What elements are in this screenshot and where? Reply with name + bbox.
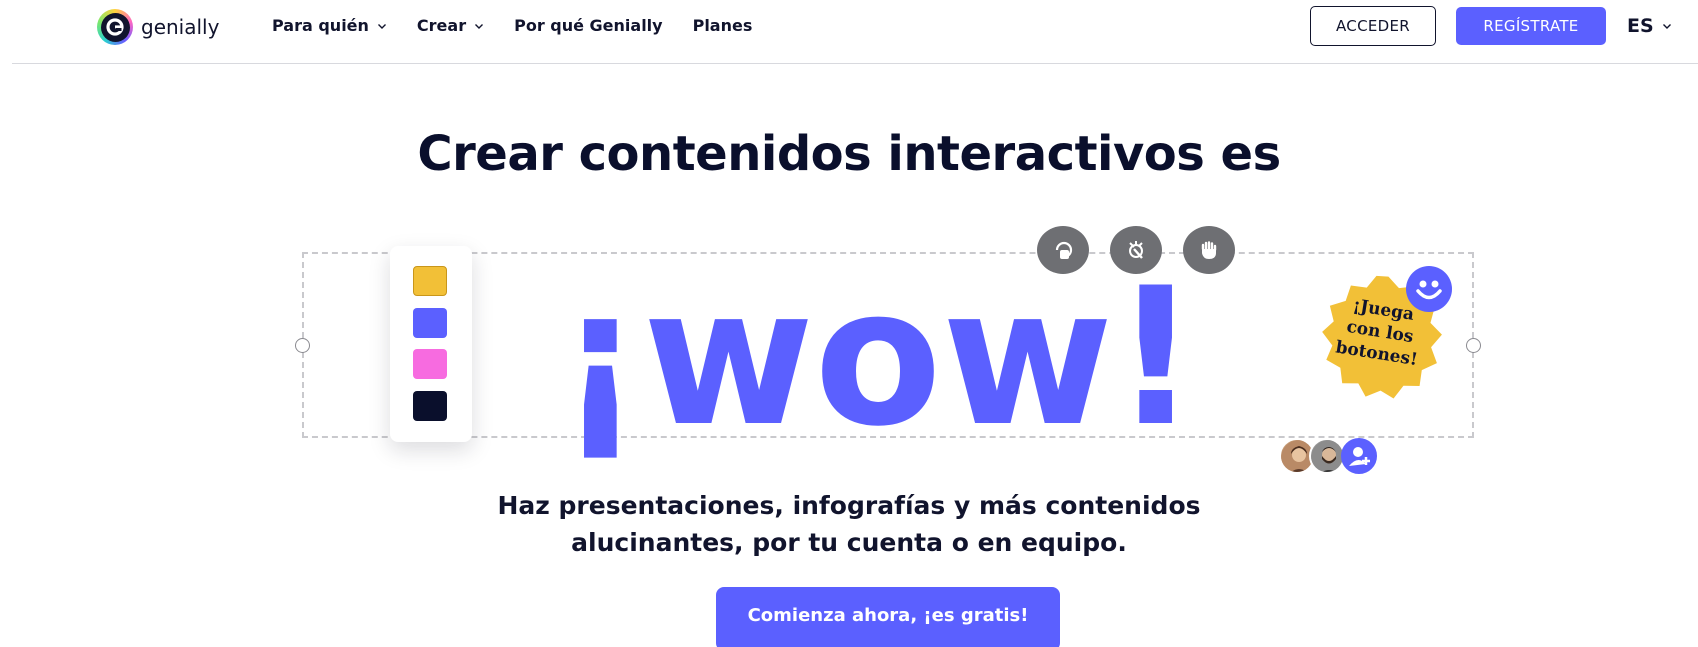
nav-crear-label: Crear <box>416 16 467 35</box>
brand-name: genially <box>141 15 220 39</box>
nav-crear[interactable]: Crear <box>417 16 484 35</box>
nav-para-quien[interactable]: Para quién <box>272 16 387 35</box>
signup-button[interactable]: REGÍSTRATE <box>1456 7 1606 45</box>
color-swatch-pink[interactable] <box>413 349 447 379</box>
wow-graphic: ¡wow! <box>558 258 1198 458</box>
subheading-line-1: Haz presentaciones, infografías y más co… <box>497 491 1201 520</box>
avatar <box>1309 438 1345 474</box>
add-user-icon <box>1349 447 1370 466</box>
collaborators <box>1279 438 1383 476</box>
nav-links: Para quién Crear Por qué Genially Planes <box>272 16 752 35</box>
genially-logo[interactable]: genially <box>97 9 219 45</box>
add-collaborator-button[interactable] <box>1341 438 1377 474</box>
nav-planes-label: Planes <box>692 16 753 35</box>
resize-handle-right[interactable] <box>1466 338 1481 353</box>
chevron-down-icon <box>377 23 386 29</box>
nav-divider <box>12 63 1698 64</box>
language-label: ES <box>1627 15 1654 37</box>
subheading-line-2: alucinantes, por tu cuenta o en equipo. <box>571 528 1127 557</box>
nav-por-que-genially-label: Por qué Genially <box>514 16 663 35</box>
nav-planes[interactable]: Planes <box>693 16 753 35</box>
login-button[interactable]: ACCEDER <box>1310 6 1436 46</box>
genially-logo-icon <box>97 9 133 45</box>
nav-por-que-genially[interactable]: Por qué Genially <box>514 16 663 35</box>
color-swatch-navy[interactable] <box>413 391 447 421</box>
language-selector[interactable]: ES <box>1627 15 1672 37</box>
top-navigation: genially Para quién Crear Por qué Genial… <box>0 0 1698 64</box>
wow-text: ¡wow! <box>558 258 1198 458</box>
chevron-down-icon <box>475 23 484 29</box>
chevron-down-icon <box>1662 24 1671 29</box>
hero-headline: Crear contenidos interactivos es <box>417 126 1281 182</box>
hero-subheading: Haz presentaciones, infografías y más co… <box>0 487 1698 561</box>
start-free-button[interactable]: Comienza ahora, ¡es gratis! <box>716 587 1060 647</box>
color-palette <box>390 246 472 442</box>
nav-para-quien-label: Para quién <box>272 16 369 35</box>
smiley-icon <box>1406 266 1452 312</box>
resize-handle-left[interactable] <box>295 338 310 353</box>
color-swatch-yellow[interactable] <box>413 266 447 296</box>
color-swatch-blue[interactable] <box>413 308 447 338</box>
